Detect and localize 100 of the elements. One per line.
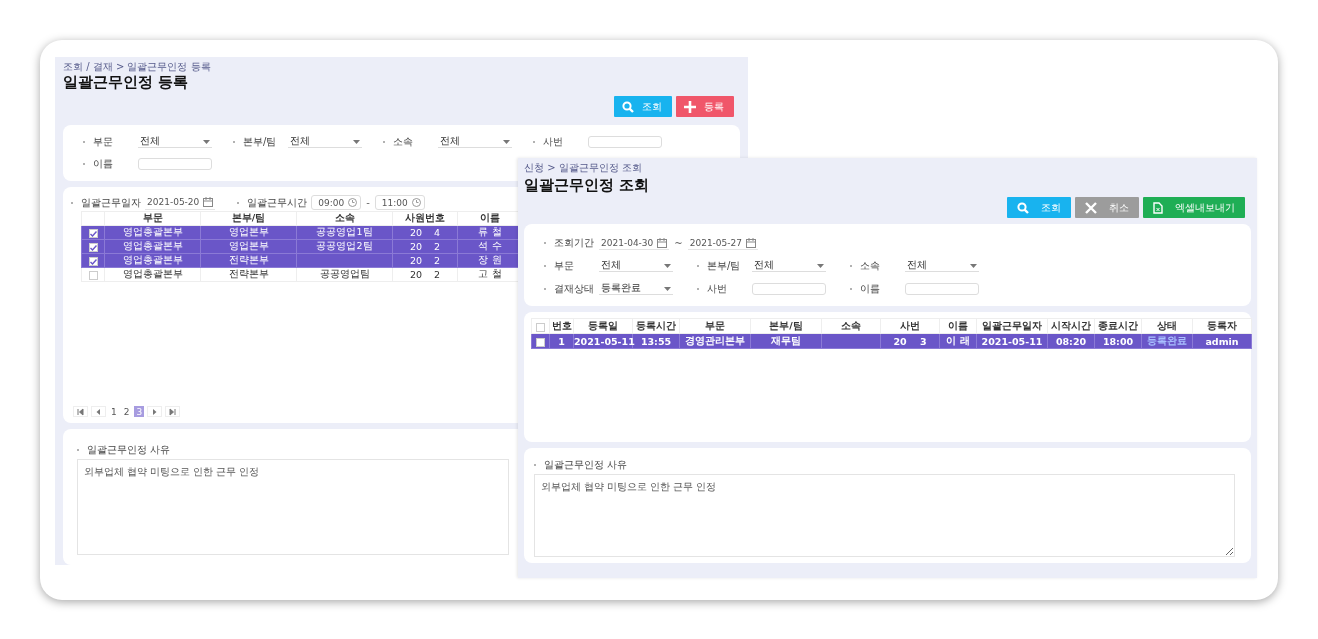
page-button[interactable]: 2 <box>121 406 132 417</box>
table-cell: 영업총괄본부 <box>122 240 183 251</box>
table-row[interactable]: 영업총괄본부 영업본부 공공영업2팀 20 2 석 수 <box>81 239 523 254</box>
calendar-icon <box>657 237 668 248</box>
checkbox[interactable] <box>88 257 98 266</box>
input-field[interactable] <box>905 283 979 295</box>
caret-icon <box>970 263 977 268</box>
dropdown[interactable]: 전체 <box>288 136 362 148</box>
dropdown[interactable]: 등록완료 <box>599 283 673 295</box>
dropdown[interactable]: 전체 <box>438 136 512 148</box>
range-separator: - <box>366 197 370 208</box>
table-cell: 20 3 <box>893 335 927 347</box>
checkbox[interactable] <box>88 243 98 252</box>
column-header: 사원번호 <box>392 211 458 226</box>
table-cell: 고 철 <box>478 268 502 279</box>
table-cell: 등록완료 <box>1147 334 1187 346</box>
table-cell: 18:00 <box>1102 335 1134 347</box>
page-button[interactable]: 1 <box>109 406 119 417</box>
dropdown[interactable]: 전체 <box>752 260 826 272</box>
document-icon <box>1153 201 1163 214</box>
column-header: 본부/팀 <box>200 211 297 226</box>
table-row[interactable]: 영업총괄본부 전략본부 20 2 장 원 <box>81 253 523 268</box>
close-icon <box>1085 201 1097 214</box>
column-header: 시작시간 <box>1047 318 1095 334</box>
field-label: 이름 <box>850 282 905 296</box>
caret-icon <box>503 139 510 144</box>
table-cell: 2021-05-11 <box>574 335 635 347</box>
table-cell: 공공영업1팀 <box>316 226 373 237</box>
column-header: 종료시간 <box>1094 318 1142 334</box>
page-title: 일괄근무인정 조회 <box>524 176 651 195</box>
breadcrumb: 조회 / 결재 > 일괄근무인정 등록 <box>63 61 212 73</box>
table-cell: 20 4 <box>409 227 441 238</box>
field-label: 일괄근무인정 사유 <box>77 443 171 457</box>
pager-button[interactable] <box>147 406 163 417</box>
next-icon <box>151 407 159 416</box>
clock-icon <box>411 198 421 207</box>
table-cell: 공공영업팀 <box>319 268 370 279</box>
column-header: 소속 <box>296 211 393 226</box>
input-field[interactable] <box>138 158 212 170</box>
field-label: 결재상태 <box>544 282 599 296</box>
field-label: 소속 <box>383 135 438 149</box>
field-label: 사번 <box>533 135 588 149</box>
calendar-icon <box>746 237 756 248</box>
table-cell: 전략본부 <box>228 268 269 279</box>
column-header: 사번 <box>880 318 940 334</box>
pager-button[interactable] <box>91 406 106 417</box>
dropdown[interactable]: 전체 <box>905 260 979 272</box>
search-icon <box>1017 201 1029 214</box>
text-area[interactable]: 외부업체 협약 미팅으로 인한 근무 인정 <box>534 474 1235 557</box>
table-cell: admin <box>1205 335 1239 347</box>
table-cell: 영업본부 <box>228 226 269 237</box>
column-header: 본부/팀 <box>750 318 822 334</box>
field-label: 사번 <box>697 282 752 296</box>
column-header: 부문 <box>679 318 751 334</box>
field-label: 본부/팀 <box>233 135 288 149</box>
field-label: 소속 <box>850 259 905 273</box>
input-field[interactable] <box>752 283 826 295</box>
clock-icon <box>348 198 358 207</box>
checkbox[interactable] <box>88 229 98 238</box>
previous-icon <box>95 407 102 416</box>
column-header: 등록자 <box>1192 318 1252 334</box>
pager-button[interactable] <box>165 406 181 417</box>
table-cell: 20 2 <box>409 255 441 266</box>
column-header: 이름 <box>939 318 977 334</box>
last-page-icon <box>169 407 177 416</box>
caret-icon <box>817 263 824 268</box>
dropdown[interactable]: 전체 <box>599 260 673 272</box>
table-cell: 석 수 <box>478 240 502 251</box>
table-cell: 장 원 <box>478 254 502 265</box>
plus-icon <box>684 100 696 113</box>
table-cell: 20 2 <box>409 241 441 252</box>
table-cell: 영업총괄본부 <box>122 226 183 237</box>
field-label: 일괄근무인정 사유 <box>534 458 628 472</box>
time-field[interactable]: 09:00 <box>311 195 362 210</box>
column-header: 일괄근무일자 <box>976 318 1048 334</box>
column-header: 등록시간 <box>632 318 680 334</box>
field-label: 이름 <box>83 157 138 171</box>
table-cell: 1 <box>558 335 565 347</box>
pager-button[interactable] <box>73 406 88 417</box>
dropdown[interactable]: 전체 <box>138 136 212 148</box>
text-area[interactable]: 외부업체 협약 미팅으로 인한 근무 인정 <box>77 459 509 555</box>
date-field[interactable]: 2021-05-20 <box>145 195 216 210</box>
input-field[interactable] <box>588 136 662 148</box>
date-field[interactable]: 2021-04-30 <box>599 236 670 250</box>
time-field[interactable]: 11:00 <box>374 195 425 210</box>
range-separator: ~ <box>674 237 683 249</box>
table-cell: 2021-05-11 <box>981 335 1043 347</box>
first-page-icon <box>77 407 84 416</box>
table-row[interactable]: 1 2021-05-11 13:55 경영관리본부 재무팀 20 3 이 래 2021-05-11 08:20 18:00 등록완료 admin <box>531 333 1252 349</box>
column-header: 부문 <box>104 211 201 226</box>
table-cell: 이 래 <box>946 334 970 346</box>
field-label: 부문 <box>83 135 138 149</box>
breadcrumb: 신청 > 일괄근무인정 조회 <box>524 162 643 174</box>
date-field[interactable]: 2021-05-27 <box>687 236 758 250</box>
caret-icon <box>353 139 360 144</box>
caret-icon <box>203 139 210 144</box>
caret-icon <box>664 263 671 268</box>
column-header: 등록일 <box>573 318 633 334</box>
table-row[interactable]: 영업총괄본부 영업본부 공공영업1팀 20 4 류 철 <box>81 225 523 240</box>
table-cell: 공공영업2팀 <box>316 240 373 251</box>
